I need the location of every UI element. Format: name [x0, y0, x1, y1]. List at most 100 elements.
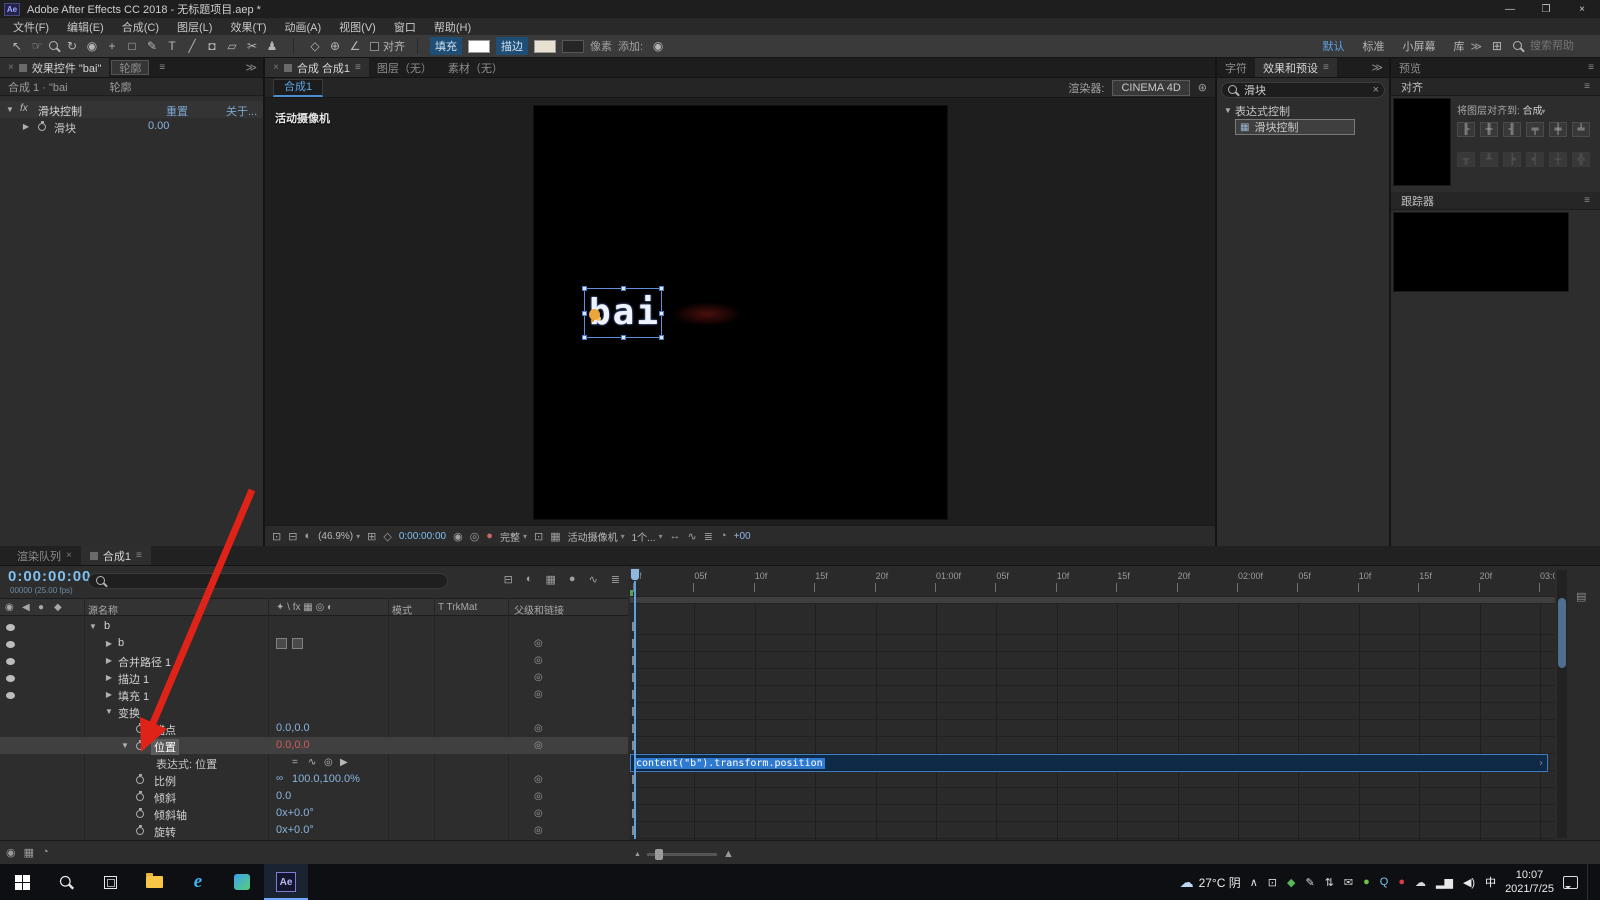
- fast-previews-icon[interactable]: ∿: [688, 530, 697, 543]
- stroke-width-field[interactable]: [562, 40, 584, 53]
- tab-overflow-icon[interactable]: ≫: [239, 58, 263, 77]
- transform-handle[interactable]: [621, 286, 626, 291]
- tab-character[interactable]: 字符: [1217, 58, 1255, 77]
- align-button-icon[interactable]: ╫: [1480, 122, 1498, 137]
- tray-wechat-icon[interactable]: ●: [1363, 876, 1370, 888]
- menu-item[interactable]: 动画(A): [276, 19, 331, 35]
- layer-selection-box[interactable]: bai: [584, 288, 662, 338]
- twirl-icon[interactable]: ▶: [104, 690, 114, 699]
- transform-handle[interactable]: [582, 311, 587, 316]
- rectangle-tool-icon[interactable]: □: [123, 37, 141, 55]
- motion-blur-icon[interactable]: ∿: [589, 573, 598, 586]
- timeline-track-pane[interactable]: 0f05f10f15f20f01:00f05f10f15f20f02:00f05…: [630, 566, 1555, 840]
- zoom-out-icon[interactable]: ▲: [634, 851, 641, 858]
- menu-item[interactable]: 合成(C): [113, 19, 168, 35]
- align-button-icon[interactable]: ╟: [1457, 122, 1475, 137]
- renderer-button[interactable]: CINEMA 4D: [1112, 80, 1189, 96]
- panel-menu-icon[interactable]: ≡: [1588, 62, 1594, 73]
- pickwhip-icon[interactable]: ◎: [534, 791, 543, 802]
- position-row[interactable]: ▼ 位置 0.0,0.0 ◎: [0, 737, 628, 754]
- composition-canvas[interactable]: bai: [533, 105, 948, 520]
- visibility-eye-icon[interactable]: [6, 692, 15, 699]
- column-parent[interactable]: 父级和链接: [514, 602, 564, 617]
- scale-value[interactable]: 100.0,100.0%: [292, 773, 360, 785]
- column-mode[interactable]: 模式: [392, 602, 412, 617]
- position-value[interactable]: 0.0,0.0: [276, 739, 310, 751]
- close-icon[interactable]: ×: [8, 62, 14, 73]
- workspace-grid-icon[interactable]: ⊞: [1488, 37, 1506, 55]
- timeline-options-icon[interactable]: ▤: [1576, 590, 1586, 603]
- align-button-icon[interactable]: ╢: [1503, 122, 1521, 137]
- minimize-button[interactable]: —: [1492, 0, 1528, 18]
- twirl-icon[interactable]: ▶: [104, 656, 114, 665]
- stopwatch-icon[interactable]: [136, 793, 144, 801]
- timeline-track-row[interactable]: [630, 669, 1555, 686]
- mask-visibility-icon[interactable]: ◐: [304, 530, 311, 542]
- tray-ime-icon[interactable]: 中: [1485, 874, 1496, 890]
- layer-row[interactable]: ▼ b: [0, 618, 628, 635]
- reset-button[interactable]: 重置: [166, 103, 188, 119]
- roto-brush-tool-icon[interactable]: ✂: [243, 37, 261, 55]
- renderer-settings-icon[interactable]: ⊛: [1198, 81, 1207, 94]
- anchor-point-value[interactable]: 0.0,0.0: [276, 722, 310, 734]
- anchor-point-row[interactable]: 锚点 0.0,0.0 ◎: [0, 720, 628, 737]
- effects-search-box[interactable]: ×: [1221, 82, 1385, 98]
- transform-handle[interactable]: [659, 335, 664, 340]
- tab-outline[interactable]: 轮廓: [111, 60, 149, 75]
- timeline-vertical-scrollbar[interactable]: [1557, 570, 1567, 838]
- effect-header-row[interactable]: ▼ fx 滑块控制 重置 关于...: [0, 101, 263, 118]
- distribute-button-icon[interactable]: ╡: [1526, 152, 1544, 167]
- distribute-button-icon[interactable]: ╨: [1480, 152, 1498, 167]
- start-button[interactable]: [0, 864, 44, 900]
- anchor-point-marker[interactable]: [589, 309, 600, 320]
- pickwhip-icon[interactable]: ◎: [534, 723, 543, 734]
- workspace-item[interactable]: 标准: [1362, 38, 1384, 54]
- maximize-button[interactable]: ❐: [1528, 0, 1564, 18]
- transform-handle[interactable]: [659, 311, 664, 316]
- timeline-track-row[interactable]: [630, 805, 1555, 822]
- expression-row[interactable]: 表达式: 位置 = ∿ ◎ ▶: [0, 754, 628, 771]
- time-ruler[interactable]: 0f05f10f15f20f01:00f05f10f15f20f02:00f05…: [630, 568, 1555, 594]
- fill-row[interactable]: ▶ 填充 1 ◎: [0, 686, 628, 703]
- twirl-icon[interactable]: ▼: [88, 622, 98, 631]
- panel-menu-icon[interactable]: ≡: [355, 62, 361, 73]
- pickwhip-icon[interactable]: ◎: [534, 808, 543, 819]
- timeline-button-icon[interactable]: ≣: [704, 530, 713, 543]
- panel-menu-icon[interactable]: ≡: [136, 550, 142, 561]
- snapshot-icon[interactable]: ◉: [453, 530, 463, 543]
- add-menu-icon[interactable]: ◉: [649, 37, 667, 55]
- twirl-icon[interactable]: ▶: [104, 639, 114, 648]
- help-search-input[interactable]: [1530, 40, 1592, 52]
- tab-render-queue[interactable]: 渲染队列 ×: [8, 546, 81, 565]
- menu-item[interactable]: 文件(F): [4, 19, 58, 35]
- task-view-button[interactable]: [88, 864, 132, 900]
- transform-handle[interactable]: [582, 335, 587, 340]
- grid-guides-icon[interactable]: ⊞: [367, 530, 376, 543]
- timeline-track-row[interactable]: [630, 788, 1555, 805]
- zoom-level-select[interactable]: (46.9%): [318, 531, 353, 542]
- rotation-value[interactable]: 0x+0.0°: [276, 824, 314, 836]
- effects-category-row[interactable]: ▼ 表达式控制: [1217, 102, 1389, 117]
- slider-value[interactable]: 0.00: [148, 120, 169, 132]
- tab-overflow-icon[interactable]: ≫: [1365, 58, 1389, 77]
- tray-volume-icon[interactable]: ◀): [1463, 876, 1475, 889]
- channels-icon[interactable]: ●: [486, 530, 493, 542]
- action-center-icon[interactable]: [1563, 876, 1578, 889]
- timeline-zoom-slider[interactable]: ▲ ▲: [634, 848, 734, 860]
- twirl-icon[interactable]: ▼: [5, 105, 15, 114]
- distribute-button-icon[interactable]: ╥: [1457, 152, 1475, 167]
- menu-item[interactable]: 视图(V): [330, 19, 385, 35]
- distribute-button-icon[interactable]: ╬: [1572, 152, 1590, 167]
- pixel-aspect-icon[interactable]: ↔: [670, 530, 681, 542]
- tab-layer[interactable]: 图层（无）: [369, 58, 440, 77]
- fill-label[interactable]: 填充: [430, 37, 462, 55]
- zoom-thumb[interactable]: [655, 849, 663, 860]
- align-button-icon[interactable]: ╧: [1572, 122, 1590, 137]
- exposure-reset-icon[interactable]: ◔: [720, 530, 727, 542]
- checkbox-icon[interactable]: [370, 42, 379, 51]
- view-select[interactable]: 活动摄像机: [568, 529, 618, 544]
- effect-name[interactable]: 滑块控制: [38, 103, 82, 119]
- shape-path-icon[interactable]: ◇: [383, 530, 391, 543]
- timeline-track-row[interactable]: [630, 652, 1555, 669]
- file-explorer-button[interactable]: [132, 864, 176, 900]
